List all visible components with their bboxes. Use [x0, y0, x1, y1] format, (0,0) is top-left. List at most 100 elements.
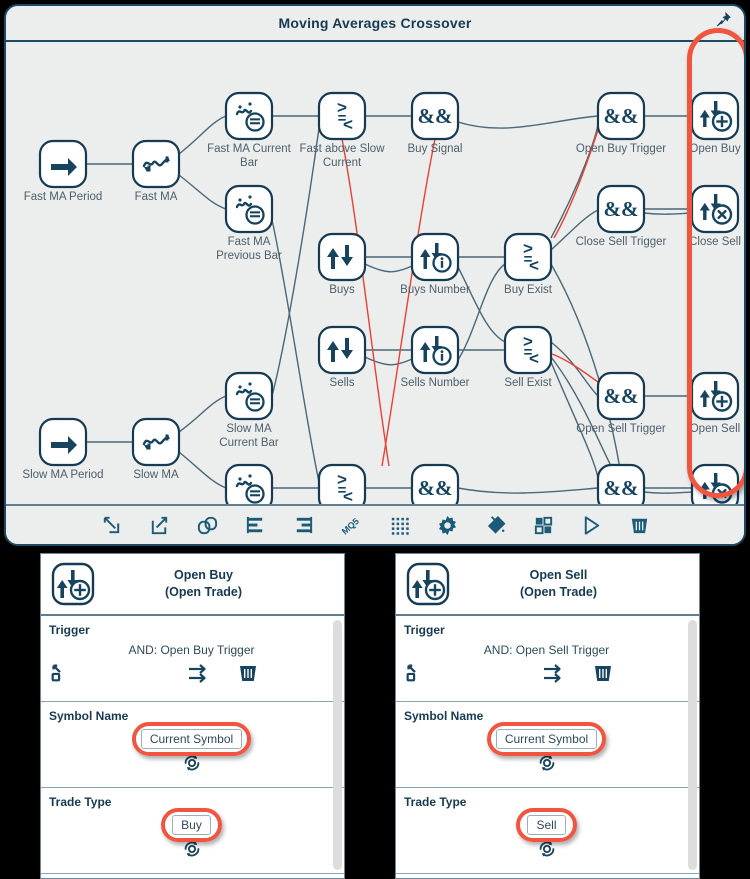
mq5-icon[interactable]: MQ5	[338, 512, 364, 538]
node-slow-ma-previous-bar[interactable]: Slow MA Previous Bar	[216, 463, 282, 508]
node-fast-ma-current-bar[interactable]: Fast MA Current Bar	[207, 91, 292, 169]
node-slow-ma-period[interactable]: Slow MA Period	[22, 417, 104, 481]
mq5-label: MQ5	[340, 516, 361, 536]
refresh-gear-icon[interactable]	[536, 752, 558, 774]
node-fast-above-slow-previous[interactable]: Fast above Slow Previous	[299, 463, 385, 508]
node-label: Sell Exist	[504, 377, 552, 389]
panel-scrollbar[interactable]	[688, 618, 697, 876]
panel-scrollbar[interactable]	[333, 618, 342, 876]
node-buys-number[interactable]: Buys Number	[400, 232, 470, 296]
node-fast-ma-previous-bar[interactable]: Fast MA Previous Bar	[216, 184, 282, 262]
trash-icon[interactable]	[236, 661, 260, 685]
node-label: Buys	[329, 284, 355, 296]
open-trade-icon	[49, 560, 97, 608]
section-label: Symbol Name	[404, 709, 484, 723]
link-node-icon[interactable]	[404, 662, 426, 684]
node-slow-ma-current-bar[interactable]: Slow MA Current Bar	[219, 371, 279, 449]
node-label: Slow MA	[133, 469, 179, 481]
refresh-gear-icon[interactable]	[536, 838, 558, 860]
grid-icon[interactable]	[386, 512, 412, 538]
svg-text:Current Bar: Current Bar	[219, 437, 279, 449]
diagram-svg: > = < &&	[22, 91, 742, 508]
node-open-sell[interactable]: Open Sell	[690, 371, 741, 435]
svg-text:Fast MA: Fast MA	[228, 236, 271, 248]
panel-header: Open Sell (Open Trade)	[396, 554, 699, 616]
section-trigger: Trigger AND: Open Buy Trigger	[41, 616, 344, 702]
node-buys[interactable]: Buys	[317, 232, 367, 296]
section-symbol-name: Symbol Name Current Symbol	[41, 702, 344, 788]
node-label: Fast MA Current	[207, 143, 292, 155]
open-trade-icon	[404, 560, 452, 608]
trade-type-value[interactable]: Buy	[172, 815, 211, 835]
node-close-sell[interactable]: Close Sell	[689, 184, 741, 248]
scrollbar-thumb[interactable]	[333, 620, 342, 870]
svg-text:Slow MA: Slow MA	[226, 423, 272, 435]
node-buy-exist[interactable]: Buy Exist	[503, 232, 553, 296]
node-close-buy[interactable]: Close Buy	[689, 463, 742, 508]
node-label: Open Sell	[690, 423, 741, 435]
section-value: AND: Open Sell Trigger	[483, 643, 610, 657]
panel-subtitle: (Open Trade)	[519, 585, 598, 599]
node-open-buy-trigger[interactable]: Open Buy Trigger	[576, 91, 666, 155]
transfer-icon[interactable]	[186, 661, 210, 685]
node-sells[interactable]: Sells	[317, 325, 367, 389]
svg-text:Current: Current	[323, 157, 362, 169]
node-label: Open Sell Trigger	[576, 423, 666, 435]
panel-header: Open Buy (Open Trade)	[41, 554, 344, 616]
trade-type-value[interactable]: Sell	[527, 815, 566, 835]
diagram-canvas[interactable]: > = < &&	[6, 42, 744, 508]
node-buy-signal[interactable]: Buy Signal	[408, 91, 463, 155]
section-label: Trade Type	[404, 795, 467, 809]
node-open-sell-trigger[interactable]: Open Sell Trigger	[576, 371, 666, 435]
section-label: Trigger	[49, 623, 90, 637]
trash-icon[interactable]	[626, 512, 652, 538]
panel-title: Open Buy	[173, 568, 234, 583]
svg-text:Previous Bar: Previous Bar	[216, 250, 282, 262]
scrollbar-thumb[interactable]	[688, 620, 697, 870]
section-value: AND: Open Buy Trigger	[128, 643, 255, 657]
refresh-gear-icon[interactable]	[181, 752, 203, 774]
section-trade-type: Trade Type Buy	[41, 788, 344, 874]
align-right-icon[interactable]	[290, 512, 316, 538]
node-close-buy-trigger[interactable]: Close Buy Trigger	[575, 463, 667, 508]
node-label: Fast MA Period	[24, 191, 103, 203]
node-slow-ma[interactable]: Slow MA	[131, 417, 181, 481]
section-label: Trigger	[404, 623, 445, 637]
node-label: Sells Number	[400, 377, 469, 389]
diagram-titlebar: Moving Averages Crossover	[6, 6, 744, 42]
node-label: Open Buy	[689, 143, 740, 155]
gear-icon[interactable]	[434, 512, 460, 538]
diagram-toolbar: MQ5	[6, 504, 744, 544]
pushpin-icon[interactable]	[712, 9, 734, 31]
node-fast-above-slow-current[interactable]: Fast above Slow Current	[299, 91, 385, 169]
node-open-buy[interactable]: Open Buy	[689, 91, 741, 155]
blocks-icon[interactable]	[530, 512, 556, 538]
node-sell-exist[interactable]: Sell Exist	[503, 325, 552, 389]
transfer-icon[interactable]	[541, 661, 565, 685]
link-node-icon[interactable]	[49, 662, 71, 684]
node-fast-ma[interactable]: Fast MA	[131, 139, 181, 203]
node-sell-signal[interactable]: Sell Signal	[408, 463, 462, 508]
open-buy-panel[interactable]: Open Buy (Open Trade) Trigger AND: Open …	[40, 553, 345, 879]
refresh-gear-icon[interactable]	[181, 838, 203, 860]
node-label: Fast MA	[135, 191, 178, 203]
section-trigger: Trigger AND: Open Sell Trigger	[396, 616, 699, 702]
symbol-name-value[interactable]: Current Symbol	[495, 729, 598, 749]
play-icon[interactable]	[578, 512, 604, 538]
app-root: Moving Averages Crossover Fast MA Period…	[0, 0, 750, 879]
copy-shapes-icon[interactable]	[194, 512, 220, 538]
open-sell-panel[interactable]: Open Sell (Open Trade) Trigger AND: Open…	[395, 553, 700, 879]
node-fast-ma-period[interactable]: Fast MA Period	[24, 139, 103, 203]
node-close-sell-trigger[interactable]: Close Sell Trigger	[576, 184, 667, 248]
paint-bucket-icon[interactable]	[482, 512, 508, 538]
node-label: Sells	[330, 377, 355, 389]
diagram-window: Moving Averages Crossover Fast MA Period…	[4, 4, 746, 546]
symbol-name-value[interactable]: Current Symbol	[140, 729, 243, 749]
arrow-into-box-icon[interactable]	[98, 512, 124, 538]
trash-icon[interactable]	[591, 661, 615, 685]
section-trade-type: Trade Type Sell	[396, 788, 699, 874]
node-label: Close Sell Trigger	[576, 236, 667, 248]
align-left-icon[interactable]	[242, 512, 268, 538]
arrow-out-box-icon[interactable]	[146, 512, 172, 538]
node-label: Open Buy Trigger	[576, 143, 666, 155]
